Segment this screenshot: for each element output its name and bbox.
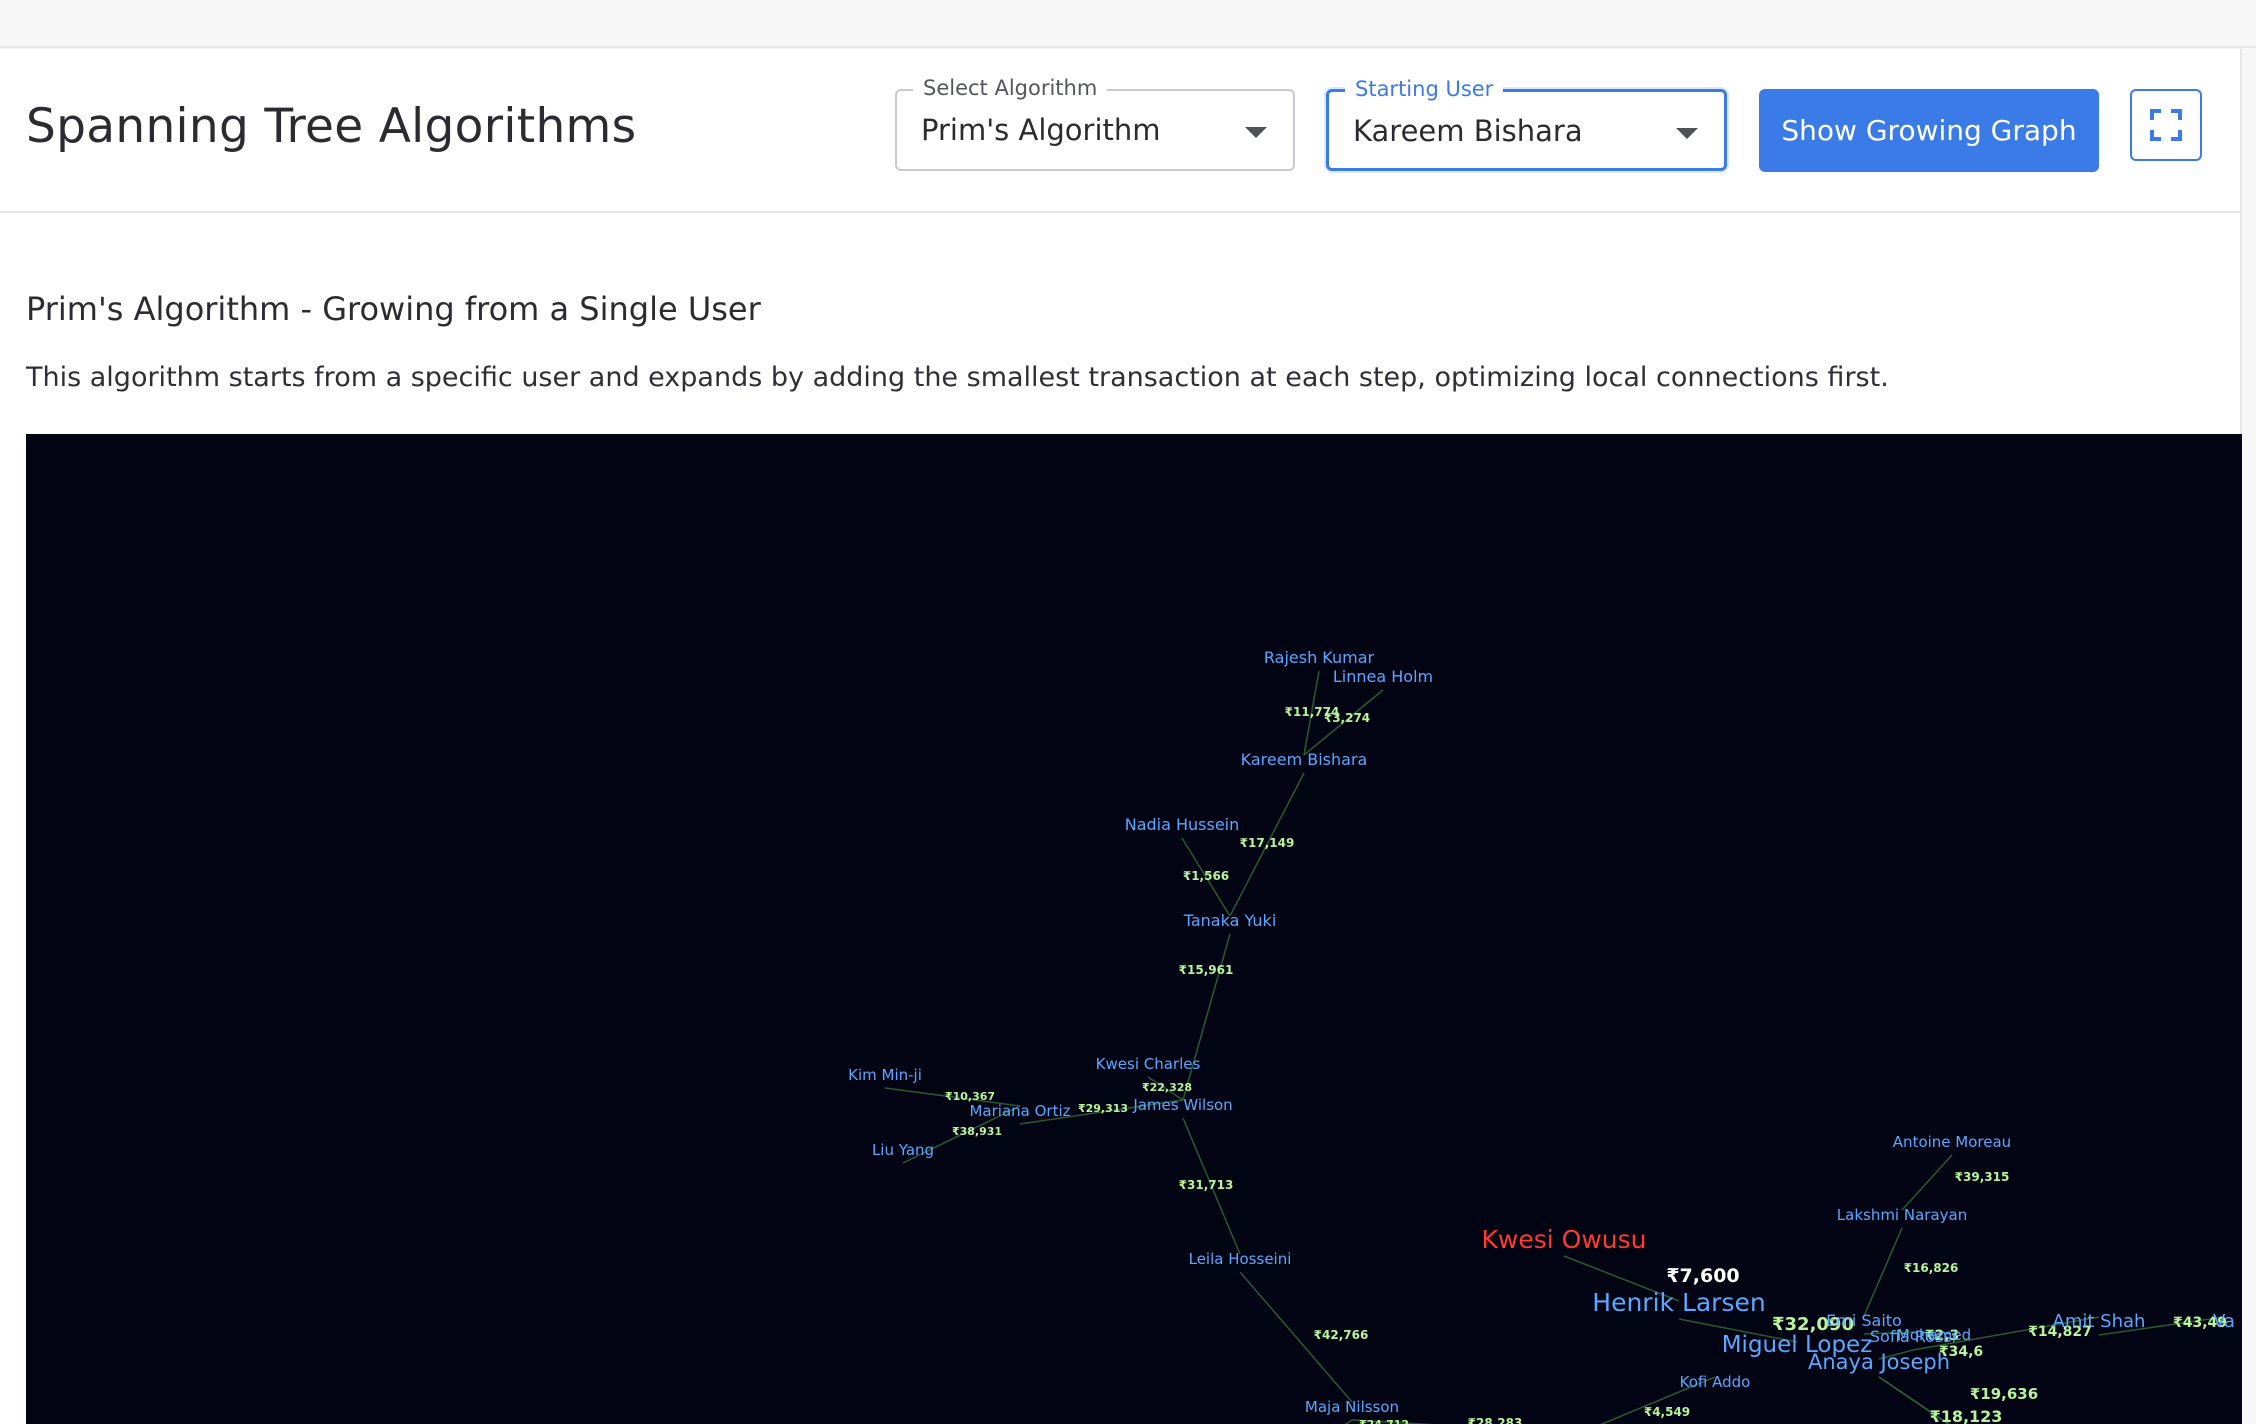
edge-amount-label: ₹7,600 xyxy=(1666,1265,1739,1287)
edge-amount-label: ₹15,961 xyxy=(1179,963,1234,977)
edge-amount-label: ₹29,313 xyxy=(1078,1102,1128,1115)
algorithm-select-label: Select Algorithm xyxy=(913,76,1108,100)
show-growing-graph-button[interactable]: Show Growing Graph xyxy=(1759,89,2099,172)
edge-amount-label: ₹22,328 xyxy=(1142,1081,1192,1094)
graph-node[interactable]: Mohamed xyxy=(1897,1326,1971,1344)
graph-node[interactable]: Anaya Joseph xyxy=(1808,1350,1950,1374)
fullscreen-button[interactable] xyxy=(2130,89,2202,161)
graph-node[interactable]: Lakshmi Narayan xyxy=(1837,1206,1967,1224)
graph-node[interactable]: James Wilson xyxy=(1132,1096,1232,1114)
edge-amount-label: ₹39,315 xyxy=(1955,1170,2010,1184)
edge-amount-label: ₹31,713 xyxy=(1179,1178,1234,1192)
app-header: Spanning Tree Algorithms Select Algorith… xyxy=(0,49,2242,213)
graph-node[interactable]: Kim Min-ji xyxy=(848,1066,922,1084)
starting-user-select-label: Starting User xyxy=(1345,77,1504,101)
graph-edge xyxy=(1344,1419,1353,1424)
graph-node[interactable]: Maja Nilsson xyxy=(1305,1398,1399,1416)
edge-amount-label: ₹18,123 xyxy=(1930,1407,2003,1424)
graph-node[interactable]: Va xyxy=(2213,1311,2235,1332)
section-title: Prim's Algorithm - Growing from a Single… xyxy=(26,290,761,328)
graph-node[interactable]: Henrik Larsen xyxy=(1592,1288,1765,1317)
graph-node[interactable]: Rajesh Kumar xyxy=(1264,648,1375,667)
graph-node[interactable]: Mariana Ortiz xyxy=(969,1102,1070,1120)
graph-node[interactable]: Linnea Holm xyxy=(1333,667,1433,686)
section-description: This algorithm starts from a specific us… xyxy=(26,362,1889,393)
graph-node-highlighted[interactable]: Kwesi Owusu xyxy=(1482,1225,1647,1254)
graph-node[interactable]: Antoine Moreau xyxy=(1893,1133,2011,1151)
chevron-down-icon xyxy=(1245,127,1267,138)
starting-user-select-value: Kareem Bishara xyxy=(1353,114,1583,148)
graph-node[interactable]: Amit Shah xyxy=(2053,1311,2146,1332)
graph-node[interactable]: Leila Hosseini xyxy=(1189,1250,1292,1268)
graph-node[interactable]: Liu Yang xyxy=(872,1141,934,1159)
graph-node[interactable]: Kofi Addo xyxy=(1680,1373,1751,1391)
graph-node[interactable]: Kareem Bishara xyxy=(1241,750,1368,769)
edge-amount-label: ₹4,549 xyxy=(1644,1405,1690,1419)
algorithm-select-value: Prim's Algorithm xyxy=(921,113,1161,147)
edge-amount-label: ₹42,766 xyxy=(1314,1328,1369,1342)
edge-amount-label: ₹19,636 xyxy=(1970,1385,2038,1403)
algorithm-select[interactable]: Select Algorithm Prim's Algorithm xyxy=(895,76,1295,171)
edge-amount-label: ₹17,149 xyxy=(1240,836,1295,850)
graph-edge xyxy=(1901,1154,1953,1211)
top-strip xyxy=(0,0,2256,48)
graph-svg: ₹11,774₹3,274₹17,149₹1,566₹15,961₹22,328… xyxy=(848,648,2235,1424)
edge-amount-label: ₹38,931 xyxy=(952,1125,1002,1138)
graph-node[interactable]: Tanaka Yuki xyxy=(1183,911,1277,930)
page-title: Spanning Tree Algorithms xyxy=(26,99,637,154)
main-panel: Spanning Tree Algorithms Select Algorith… xyxy=(0,49,2242,1424)
edge-amount-label: ₹24,712 xyxy=(1359,1418,1409,1424)
fullscreen-icon xyxy=(2150,109,2182,141)
chevron-down-icon xyxy=(1676,128,1698,139)
edge-amount-label: ₹28,283 xyxy=(1468,1416,1523,1424)
edge-amount-label: ₹3,274 xyxy=(1324,711,1370,725)
graph-edge xyxy=(1863,1227,1903,1317)
edge-amount-label: ₹1,566 xyxy=(1183,869,1229,883)
graph-node[interactable]: Nadia Hussein xyxy=(1125,815,1240,834)
graph-canvas[interactable]: ₹11,774 ₹3,274 ₹17,149 ₹1,566 ₹15,961 ₹22,328… xyxy=(26,434,2242,1424)
starting-user-select[interactable]: Starting User Kareem Bishara xyxy=(1326,77,1727,171)
edge-amount-label: ₹16,826 xyxy=(1904,1261,1959,1275)
graph-edge xyxy=(1182,933,1231,1101)
graph-node[interactable]: Kwesi Charles xyxy=(1096,1055,1201,1073)
